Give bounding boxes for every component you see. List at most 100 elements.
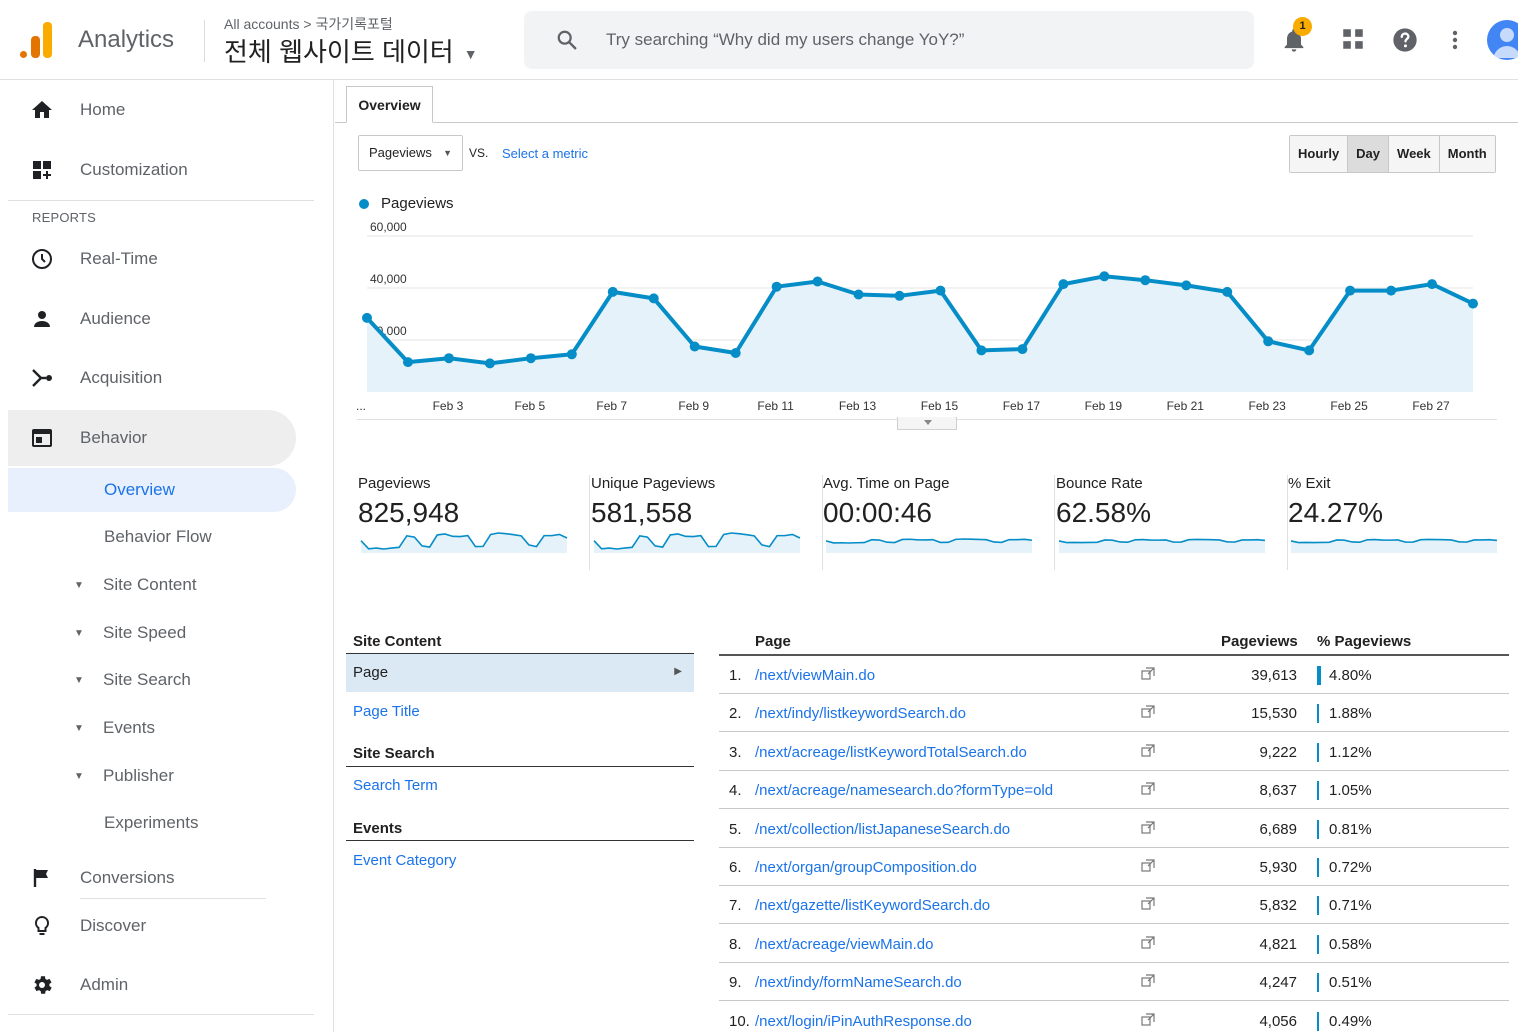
data-point[interactable]	[853, 289, 864, 300]
open-external-icon[interactable]	[1141, 974, 1155, 988]
open-external-icon[interactable]	[1141, 936, 1155, 950]
data-point[interactable]	[1427, 279, 1438, 290]
data-point[interactable]	[566, 349, 577, 360]
data-point[interactable]	[1099, 271, 1110, 282]
search-box[interactable]	[524, 11, 1254, 69]
page-link[interactable]: /next/acreage/viewMain.do	[755, 936, 933, 953]
sidebar-item-customization[interactable]: Customization	[8, 142, 296, 198]
data-point[interactable]	[1222, 286, 1233, 297]
sidebar-item-label: Discover	[80, 916, 147, 935]
data-point[interactable]	[976, 345, 987, 356]
open-external-icon[interactable]	[1141, 782, 1155, 796]
sidebar-item-discover[interactable]: Discover	[8, 898, 296, 954]
data-point[interactable]	[402, 357, 413, 368]
open-external-icon[interactable]	[1141, 744, 1155, 758]
sidebar-item-admin[interactable]: Admin	[8, 957, 296, 1013]
more-options-button[interactable]	[1443, 26, 1471, 54]
metric-dropdown[interactable]: Pageviews ▼	[358, 135, 463, 171]
sidebar-subitem-site-search[interactable]: ▼ Site Search	[8, 658, 296, 702]
data-point[interactable]	[1017, 344, 1028, 355]
page-link[interactable]: /next/login/iPinAuthResponse.do	[755, 1013, 972, 1030]
chart-collapse-handle[interactable]	[897, 417, 957, 430]
period-week-button[interactable]: Week	[1389, 136, 1440, 172]
account-avatar[interactable]	[1487, 20, 1518, 60]
row-index: 8.	[729, 935, 742, 953]
data-point[interactable]	[607, 286, 618, 297]
page-link[interactable]: /next/acreage/namesearch.do?formType=old	[755, 782, 1053, 799]
page-link[interactable]: /next/organ/groupComposition.do	[755, 859, 977, 876]
dimension-search-term[interactable]: Search Term	[353, 777, 438, 794]
search-input[interactable]	[606, 25, 1226, 55]
data-point[interactable]	[1468, 298, 1478, 309]
analytics-logo-icon[interactable]	[20, 22, 52, 58]
data-point[interactable]	[894, 290, 905, 301]
data-point[interactable]	[525, 353, 536, 364]
data-point[interactable]	[1140, 275, 1151, 286]
notification-badge: 1	[1293, 17, 1312, 36]
sidebar-item-home[interactable]: Home	[8, 82, 296, 138]
page-link[interactable]: /next/acreage/listKeywordTotalSearch.do	[755, 744, 1027, 761]
open-external-icon[interactable]	[1141, 667, 1155, 681]
column-header-pageviews[interactable]: Pageviews	[1221, 633, 1298, 650]
open-external-icon[interactable]	[1141, 705, 1155, 719]
sidebar-item-behavior[interactable]: Behavior	[8, 410, 296, 466]
dimension-event-category[interactable]: Event Category	[353, 852, 456, 869]
scorecard-bounce-rate[interactable]: Bounce Rate 62.58%	[1056, 475, 1288, 570]
sidebar-item-realtime[interactable]: Real-Time	[8, 231, 296, 287]
sidebar-item-audience[interactable]: Audience	[8, 291, 296, 347]
sidebar-subitem-site-speed[interactable]: ▼ Site Speed	[8, 611, 296, 655]
period-month-button[interactable]: Month	[1439, 136, 1495, 172]
period-hourly-button[interactable]: Hourly	[1290, 136, 1349, 172]
page-link[interactable]: /next/gazette/listKeywordSearch.do	[755, 897, 990, 914]
data-point[interactable]	[1345, 285, 1356, 296]
data-point[interactable]	[730, 348, 741, 358]
data-point[interactable]	[689, 341, 700, 352]
data-point[interactable]	[771, 281, 782, 292]
data-point[interactable]	[362, 312, 372, 323]
data-point[interactable]	[1386, 285, 1397, 296]
page-link[interactable]: /next/indy/formNameSearch.do	[755, 974, 962, 991]
apps-button[interactable]	[1340, 26, 1368, 54]
sidebar-subitem-experiments[interactable]: Experiments	[8, 801, 296, 845]
data-point[interactable]	[1058, 279, 1069, 290]
data-point[interactable]	[1263, 336, 1274, 347]
site-content-heading: Site Content	[353, 633, 442, 650]
data-point[interactable]	[484, 358, 495, 369]
dimension-page[interactable]: Page ▶	[346, 654, 694, 692]
data-point[interactable]	[1304, 345, 1315, 356]
dimension-page-title[interactable]: Page Title	[353, 703, 420, 720]
sidebar-subitem-behavior-flow[interactable]: Behavior Flow	[8, 515, 296, 559]
sidebar-subitem-site-content[interactable]: ▼ Site Content	[8, 563, 296, 607]
sidebar-subitem-publisher[interactable]: ▼ Publisher	[8, 754, 296, 798]
y-tick-label: 40,000	[370, 272, 407, 286]
open-external-icon[interactable]	[1141, 859, 1155, 873]
breadcrumb[interactable]: All accounts > 국가기록포털	[224, 14, 393, 34]
page-link[interactable]: /next/collection/listJapaneseSearch.do	[755, 821, 1010, 838]
data-point[interactable]	[935, 285, 946, 296]
scorecard-unique-pageviews[interactable]: Unique Pageviews 581,558	[591, 475, 823, 570]
data-point[interactable]	[443, 353, 454, 364]
scorecard-exit[interactable]: % Exit 24.27%	[1288, 475, 1518, 570]
sidebar-subitem-overview[interactable]: Overview	[8, 468, 296, 512]
column-header-pct-pageviews[interactable]: % Pageviews	[1317, 633, 1411, 650]
page-link[interactable]: /next/viewMain.do	[755, 667, 875, 684]
column-header-page[interactable]: Page	[755, 633, 791, 650]
open-external-icon[interactable]	[1141, 897, 1155, 911]
sidebar-item-acquisition[interactable]: Acquisition	[8, 350, 296, 406]
data-point[interactable]	[1181, 280, 1192, 291]
notifications-button[interactable]: 1	[1280, 17, 1312, 54]
scorecard-pageviews[interactable]: Pageviews 825,948	[358, 475, 590, 570]
period-day-button[interactable]: Day	[1348, 136, 1390, 172]
scorecard-avg-time-on-page[interactable]: Avg. Time on Page 00:00:46	[823, 475, 1055, 570]
help-button[interactable]	[1391, 26, 1419, 54]
property-selector[interactable]: 전체 웹사이트 데이터 ▼	[224, 32, 478, 69]
data-point[interactable]	[648, 293, 659, 304]
pageviews-chart[interactable]: 20,00040,00060,000... Feb 3 Feb 5 Feb 7 Feb …	[355, 220, 1500, 420]
open-external-icon[interactable]	[1141, 820, 1155, 835]
sidebar-subitem-events[interactable]: ▼ Events	[8, 706, 296, 750]
data-point[interactable]	[812, 276, 823, 287]
tab-overview[interactable]: Overview	[346, 86, 433, 123]
open-external-icon[interactable]	[1141, 1012, 1155, 1027]
select-metric-link[interactable]: Select a metric	[502, 146, 588, 161]
page-link[interactable]: /next/indy/listkeywordSearch.do	[755, 705, 966, 722]
